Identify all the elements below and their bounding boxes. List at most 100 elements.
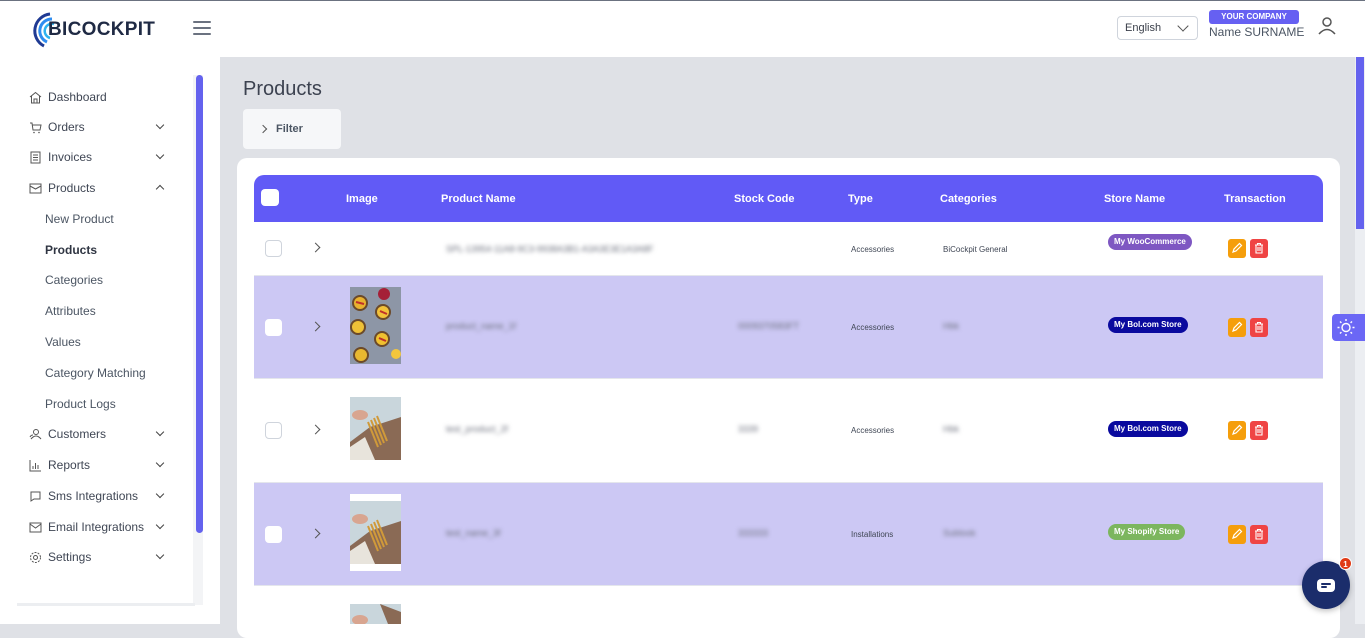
sidebar-subitem-values[interactable]: Values	[45, 335, 81, 349]
edit-button[interactable]	[1228, 525, 1246, 544]
sidebar-subitem-product-logs[interactable]: Product Logs	[45, 397, 116, 411]
gear-icon	[30, 551, 41, 563]
sidebar-item-invoices[interactable]: Invoices	[29, 148, 169, 166]
chat-icon	[30, 491, 41, 502]
sidebar: Dashboard Orders Invoices Products New P…	[0, 57, 220, 624]
theme-toggle-button[interactable]	[1332, 314, 1365, 341]
chevron-down-icon	[155, 458, 165, 468]
product-type: Accessories	[851, 426, 895, 435]
product-name: product_name_1f	[446, 321, 517, 331]
table-row[interactable]	[254, 586, 1323, 624]
column-header-store-name[interactable]: Store Name	[1104, 193, 1165, 205]
store-badge: My WooCommerce	[1108, 234, 1192, 250]
delete-button[interactable]	[1250, 421, 1268, 440]
row-checkbox[interactable]	[265, 319, 282, 336]
chart-icon	[29, 459, 41, 471]
pencil-icon	[1232, 424, 1243, 435]
sidebar-item-reports[interactable]: Reports	[29, 456, 169, 474]
row-checkbox[interactable]	[265, 240, 282, 257]
sidebar-item-label: Reports	[48, 458, 91, 472]
sidebar-item-label: Dashboard	[48, 90, 107, 104]
table-row[interactable]: test_name_3f 333333 Installations Subloo…	[254, 483, 1323, 585]
mail-icon	[29, 522, 42, 532]
edit-button[interactable]	[1228, 239, 1246, 258]
table-row[interactable]: product_name_1f 0009370583FT Accessories…	[254, 276, 1323, 378]
expand-row-icon[interactable]	[310, 242, 321, 253]
stock-code: 3339	[738, 424, 759, 434]
edit-button[interactable]	[1228, 421, 1246, 440]
sun-icon	[1337, 319, 1355, 336]
expand-row-icon[interactable]	[310, 424, 321, 435]
row-checkbox[interactable]	[265, 422, 282, 439]
logo-text: BICOCKPIT	[48, 19, 156, 40]
users-icon	[29, 428, 42, 439]
delete-button[interactable]	[1250, 525, 1268, 544]
sidebar-item-dashboard[interactable]: Dashboard	[29, 88, 169, 106]
sidebar-subitem-category-matching[interactable]: Category Matching	[45, 366, 146, 380]
chevron-down-icon	[155, 427, 165, 437]
user-icon[interactable]	[1316, 15, 1338, 37]
chevron-down-icon	[155, 150, 165, 160]
product-name: test_name_3f	[446, 528, 501, 538]
delete-button[interactable]	[1250, 318, 1268, 337]
product-image[interactable]	[350, 604, 401, 624]
chevron-right-icon	[258, 124, 268, 134]
expand-row-icon[interactable]	[310, 528, 321, 539]
trash-icon	[1255, 242, 1263, 254]
sidebar-subitem-products[interactable]: Products	[45, 243, 97, 257]
chat-icon	[1317, 579, 1335, 592]
sidebar-item-orders[interactable]: Orders	[29, 118, 169, 136]
product-image[interactable]	[350, 287, 401, 364]
column-header-product-name[interactable]: Product Name	[441, 193, 516, 205]
product-categories: Sublook	[943, 528, 976, 538]
table-row[interactable]: SPL-13954-11A8-9C3-9938A3B1-A3A3E3E1A3A8…	[254, 222, 1323, 275]
sidebar-item-email-integrations[interactable]: Email Integrations	[29, 518, 169, 536]
edit-button[interactable]	[1228, 318, 1246, 337]
page-scrollbar-thumb[interactable]	[1356, 57, 1364, 229]
table-row[interactable]: test_product_2f 3339 Accessories Hbk My …	[254, 379, 1323, 482]
product-name: SPL-13954-11A8-9C3-9938A3B1-A3A3E3E1A3A8…	[446, 244, 654, 254]
column-header-stock-code[interactable]: Stock Code	[734, 193, 795, 205]
product-image[interactable]	[350, 397, 401, 460]
pencil-icon	[1232, 321, 1243, 332]
sidebar-item-settings[interactable]: Settings	[29, 548, 169, 566]
filter-toggle-button[interactable]: Filter	[243, 109, 341, 149]
sidebar-horizontal-scrollbar[interactable]	[17, 603, 195, 606]
top-bar: BICOCKPIT English YOUR COMPANY Name SURN…	[0, 0, 1365, 57]
stock-code: 0009370583FT	[738, 321, 800, 331]
sidebar-subitem-categories[interactable]: Categories	[45, 273, 103, 287]
chevron-down-icon	[1177, 20, 1189, 32]
chat-launcher-button[interactable]: 1	[1302, 557, 1352, 609]
product-type: Accessories	[851, 323, 895, 332]
store-badge: My Shopify Store	[1108, 524, 1186, 540]
select-all-checkbox[interactable]	[261, 189, 279, 206]
store-badge: My Bol.com Store	[1108, 317, 1188, 333]
product-image[interactable]	[350, 494, 401, 571]
sidebar-item-label: Products	[48, 181, 96, 195]
logo[interactable]: BICOCKPIT	[30, 9, 155, 51]
delete-button[interactable]	[1250, 239, 1268, 258]
sidebar-item-sms-integrations[interactable]: Sms Integrations	[29, 487, 169, 505]
chevron-down-icon	[155, 489, 165, 499]
filter-label: Filter	[276, 123, 303, 135]
box-icon	[29, 183, 42, 193]
language-value: English	[1125, 22, 1162, 34]
language-select[interactable]: English	[1117, 16, 1198, 40]
sidebar-item-label: Settings	[48, 550, 92, 564]
row-checkbox[interactable]	[265, 526, 282, 543]
menu-toggle-icon[interactable]	[193, 21, 211, 35]
chevron-down-icon	[155, 120, 165, 130]
column-header-categories[interactable]: Categories	[940, 193, 997, 205]
cart-icon	[30, 122, 42, 133]
store-badge: My Bol.com Store	[1108, 421, 1188, 437]
product-categories: BiCockpit General	[943, 245, 1008, 254]
sidebar-item-label: Invoices	[48, 150, 93, 164]
trash-icon	[1255, 424, 1263, 436]
column-header-type[interactable]: Type	[848, 193, 873, 205]
expand-row-icon[interactable]	[310, 321, 321, 332]
sidebar-item-products[interactable]: Products	[29, 179, 169, 197]
sidebar-subitem-new-product[interactable]: New Product	[45, 212, 114, 226]
sidebar-item-customers[interactable]: Customers	[29, 425, 169, 443]
sidebar-scrollbar-thumb[interactable]	[196, 75, 203, 533]
sidebar-subitem-attributes[interactable]: Attributes	[45, 304, 96, 318]
